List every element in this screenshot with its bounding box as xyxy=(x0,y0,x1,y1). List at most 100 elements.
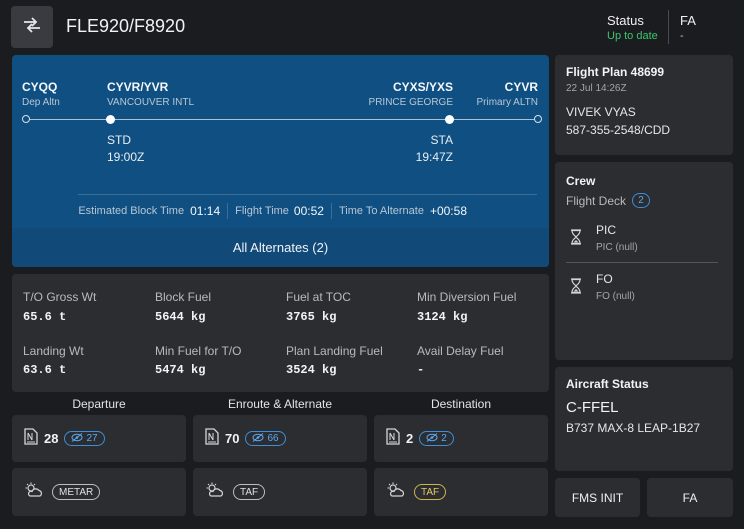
primary-altn-marker xyxy=(534,115,542,123)
header-divider xyxy=(668,10,669,44)
destination-marker xyxy=(445,115,454,124)
role-value: - xyxy=(680,30,684,42)
landing-wt-label: Landing Wt xyxy=(23,344,84,358)
departure-notam-count: 28 xyxy=(44,431,59,446)
primary-altn-code: CYVR xyxy=(504,80,538,94)
weights-fuel-panel: T/O Gross Wt 65.6 t Block Fuel 5644 kg F… xyxy=(12,274,549,392)
dispatcher-name: VIVEK VYAS xyxy=(566,105,636,119)
block-fuel-value: 5644 kg xyxy=(155,310,206,324)
sta-time: 19:47Z xyxy=(415,150,453,164)
flight-plan-date: 22 Jul 14:26Z xyxy=(566,83,627,94)
landing-wt-value: 63.6 t xyxy=(23,363,67,377)
crew-title: Crew xyxy=(566,174,596,188)
partly-cloudy-icon xyxy=(386,482,406,503)
fms-init-button[interactable]: FMS INIT xyxy=(555,478,640,517)
document-icon xyxy=(386,427,400,450)
flight-deck-row: Flight Deck 2 xyxy=(566,193,651,208)
avail-delay-fuel-label: Avail Delay Fuel xyxy=(417,344,504,358)
dep-altn-marker xyxy=(22,115,30,123)
partly-cloudy-icon xyxy=(24,482,44,503)
block-time-label: Estimated Block Time xyxy=(78,205,185,217)
fo-name: FO (null) xyxy=(596,291,635,302)
flight-time-label: Flight Time xyxy=(235,205,289,217)
eye-off-icon xyxy=(426,432,438,445)
origin-code: CYVR/YVR xyxy=(107,80,169,94)
stats-divider xyxy=(78,194,537,195)
document-icon xyxy=(205,427,219,450)
enroute-taf-tag: TAF xyxy=(233,484,266,500)
dep-altn-label: Dep Altn xyxy=(22,97,60,108)
document-icon xyxy=(24,427,38,450)
flight-plan-title: Flight Plan 48699 xyxy=(566,65,665,79)
aircraft-status-panel[interactable]: Aircraft Status C-FFEL B737 MAX-8 LEAP-1… xyxy=(555,367,733,471)
route-track xyxy=(26,119,536,120)
to-gross-wt-label: T/O Gross Wt xyxy=(23,290,97,304)
enroute-weather-tile[interactable]: TAF xyxy=(193,468,367,516)
origin-name: VANCOUVER INTL xyxy=(107,97,195,108)
fuel-at-toc-label: Fuel at TOC xyxy=(286,290,351,304)
sta-label: STA xyxy=(430,133,453,147)
dispatcher-phone: 587-355-2548/CDD xyxy=(566,123,671,137)
dep-altn-code: CYQQ xyxy=(22,80,58,94)
enroute-heading: Enroute & Alternate xyxy=(227,397,333,411)
destination-hidden-count: 2 xyxy=(441,433,447,444)
app-swap-button[interactable] xyxy=(11,6,53,48)
enroute-hidden-count: 66 xyxy=(267,433,279,444)
aircraft-registration: C-FFEL xyxy=(566,399,619,416)
stat-sep xyxy=(227,203,229,219)
destination-code: CYXS/YXS xyxy=(392,80,453,94)
crew-divider xyxy=(566,262,718,263)
departure-heading: Departure xyxy=(72,397,126,411)
hourglass-icon xyxy=(570,229,582,250)
origin-marker xyxy=(106,115,115,124)
hourglass-icon xyxy=(570,278,582,299)
stat-sep xyxy=(330,203,332,219)
destination-hidden-pill[interactable]: 2 xyxy=(419,431,454,446)
std-label: STD xyxy=(107,133,131,147)
time-to-alternate-value: +00:58 xyxy=(429,204,467,218)
role-label: FA xyxy=(680,13,696,28)
destination-heading: Destination xyxy=(430,397,492,411)
crew-panel[interactable]: Crew Flight Deck 2 PIC PIC (null) FO FO … xyxy=(555,162,733,360)
destination-name: PRINCE GEORGE xyxy=(368,97,453,108)
plan-landing-fuel-label: Plan Landing Fuel xyxy=(286,344,383,358)
destination-notam-count: 2 xyxy=(406,431,414,446)
partly-cloudy-icon xyxy=(205,482,225,503)
std-time: 19:00Z xyxy=(107,150,145,164)
enroute-hidden-pill[interactable]: 66 xyxy=(245,431,286,446)
route-panel: CYQQ Dep Altn CYVR/YVR VANCOUVER INTL CY… xyxy=(12,55,549,267)
departure-notams-tile[interactable]: 28 27 xyxy=(12,415,186,462)
fo-role: FO xyxy=(596,272,613,286)
all-alternates-button[interactable]: All Alternates (2) xyxy=(12,228,549,267)
flight-deck-count: 2 xyxy=(632,193,651,208)
min-diversion-fuel-label: Min Diversion Fuel xyxy=(417,290,517,304)
destination-weather-tile[interactable]: TAF xyxy=(374,468,548,516)
departure-hidden-pill[interactable]: 27 xyxy=(64,431,105,446)
status-label: Status xyxy=(607,13,644,28)
fuel-at-toc-value: 3765 kg xyxy=(286,310,337,324)
destination-taf-tag: TAF xyxy=(414,484,447,500)
eye-off-icon xyxy=(71,432,83,445)
avail-delay-fuel-value: - xyxy=(417,363,425,377)
eye-off-icon xyxy=(252,432,264,445)
block-fuel-label: Block Fuel xyxy=(155,290,212,304)
pic-role: PIC xyxy=(596,223,617,237)
swap-arrows-icon xyxy=(22,16,42,38)
flight-id-title: FLE920/F8920 xyxy=(66,16,186,36)
pic-name: PIC (null) xyxy=(596,242,638,253)
enroute-notams-tile[interactable]: 70 66 xyxy=(193,415,367,462)
enroute-notam-count: 70 xyxy=(225,431,240,446)
min-fuel-to-label: Min Fuel for T/O xyxy=(155,344,242,358)
departure-weather-tile[interactable]: METAR xyxy=(12,468,186,516)
min-fuel-to-value: 5474 kg xyxy=(155,363,206,377)
aircraft-type: B737 MAX-8 LEAP-1B27 xyxy=(566,421,701,435)
flight-plan-panel[interactable]: Flight Plan 48699 22 Jul 14:26Z VIVEK VY… xyxy=(555,55,733,155)
metar-tag: METAR xyxy=(52,484,101,500)
flight-time-value: 00:52 xyxy=(293,204,324,218)
flight-deck-label: Flight Deck xyxy=(566,193,627,208)
time-to-alternate-label: Time To Alternate xyxy=(338,205,424,217)
destination-notams-tile[interactable]: 2 2 xyxy=(374,415,548,462)
fa-button[interactable]: FA xyxy=(647,478,733,517)
aircraft-status-title: Aircraft Status xyxy=(566,377,649,391)
route-stats: Estimated Block Time 01:14 Flight Time 0… xyxy=(12,203,549,219)
